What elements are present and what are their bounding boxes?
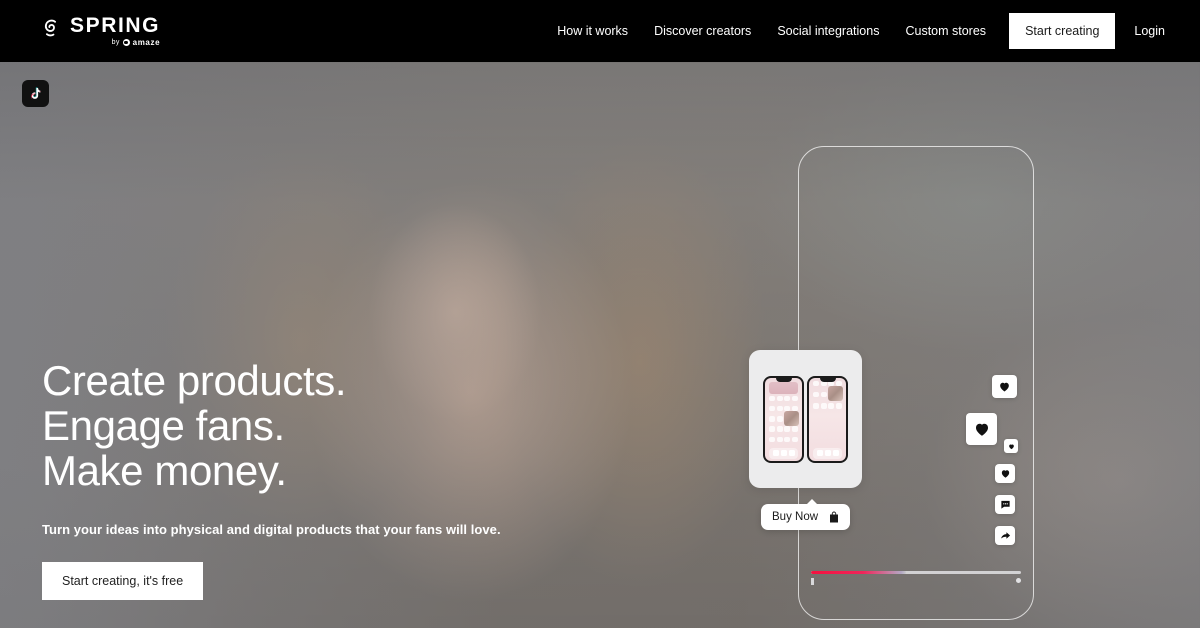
- nav-link-social-integrations[interactable]: Social integrations: [764, 0, 892, 62]
- login-link[interactable]: Login: [1121, 0, 1178, 62]
- nav-link-discover-creators[interactable]: Discover creators: [641, 0, 764, 62]
- headline-line-1: Create products.: [42, 357, 347, 404]
- phone-dock: [813, 447, 842, 459]
- phone-screen-left: [765, 377, 802, 461]
- hero-copy: Create products. Engage fans. Make money…: [42, 358, 501, 600]
- heart-icon[interactable]: [992, 375, 1017, 398]
- start-creating-button[interactable]: Start creating: [1009, 13, 1116, 49]
- hero-headline: Create products. Engage fans. Make money…: [42, 358, 501, 493]
- progress-markers: [811, 578, 1021, 585]
- main-navigation: How it works Discover creators Social in…: [544, 0, 1200, 62]
- phone-notch: [819, 377, 836, 382]
- brand-byline: by amaze: [112, 38, 160, 47]
- shopping-bag-icon: [830, 511, 839, 523]
- spring-swirl-icon: [44, 19, 57, 37]
- home-widget: [769, 381, 798, 394]
- phone-notch: [775, 377, 792, 382]
- heart-icon[interactable]: [995, 464, 1015, 483]
- comment-icon[interactable]: [995, 495, 1015, 514]
- phone-dock: [769, 447, 798, 459]
- headline-line-3: Make money.: [42, 447, 287, 494]
- site-header: SPRING by amaze How it works Discover cr…: [0, 0, 1200, 62]
- progress-start-marker: [811, 578, 814, 585]
- nav-link-how-it-works[interactable]: How it works: [544, 0, 641, 62]
- heart-icon[interactable]: [1004, 439, 1018, 453]
- progress-fill: [811, 571, 906, 574]
- brand-name: SPRING: [70, 14, 161, 37]
- heart-icon[interactable]: [966, 413, 997, 445]
- progress-track[interactable]: [811, 571, 1021, 574]
- nav-link-custom-stores[interactable]: Custom stores: [892, 0, 999, 62]
- phone-screen-right: [809, 377, 846, 461]
- amaze-mark-icon: [122, 39, 130, 46]
- photo-widget: [784, 410, 799, 426]
- buy-now-button[interactable]: Buy Now: [761, 499, 851, 530]
- buy-now-label: Buy Now: [772, 511, 819, 523]
- hero-subheadline: Turn your ideas into physical and digita…: [42, 522, 501, 537]
- hero-section: Create products. Engage fans. Make money…: [0, 62, 1200, 628]
- hero-start-creating-button[interactable]: Start creating, it's free: [42, 562, 204, 600]
- photo-widget: [828, 385, 843, 401]
- phone-mockup-right: [807, 375, 848, 463]
- video-progress[interactable]: [811, 571, 1021, 585]
- progress-end-marker: [1016, 578, 1021, 583]
- byline-prefix: by: [111, 39, 120, 46]
- brand-logo[interactable]: SPRING by amaze: [40, 15, 160, 47]
- tiktok-icon: [22, 80, 49, 107]
- app-icon-grid: [767, 395, 800, 446]
- landing-page: SPRING by amaze How it works Discover cr…: [0, 0, 1200, 628]
- app-icon-grid: [811, 380, 844, 414]
- product-card[interactable]: [749, 350, 862, 488]
- amaze-name: amaze: [132, 38, 161, 47]
- phone-mockup-left: [763, 375, 804, 463]
- product-phone-mockups: [763, 375, 848, 463]
- headline-line-2: Engage fans.: [42, 402, 285, 449]
- share-icon[interactable]: [995, 526, 1015, 545]
